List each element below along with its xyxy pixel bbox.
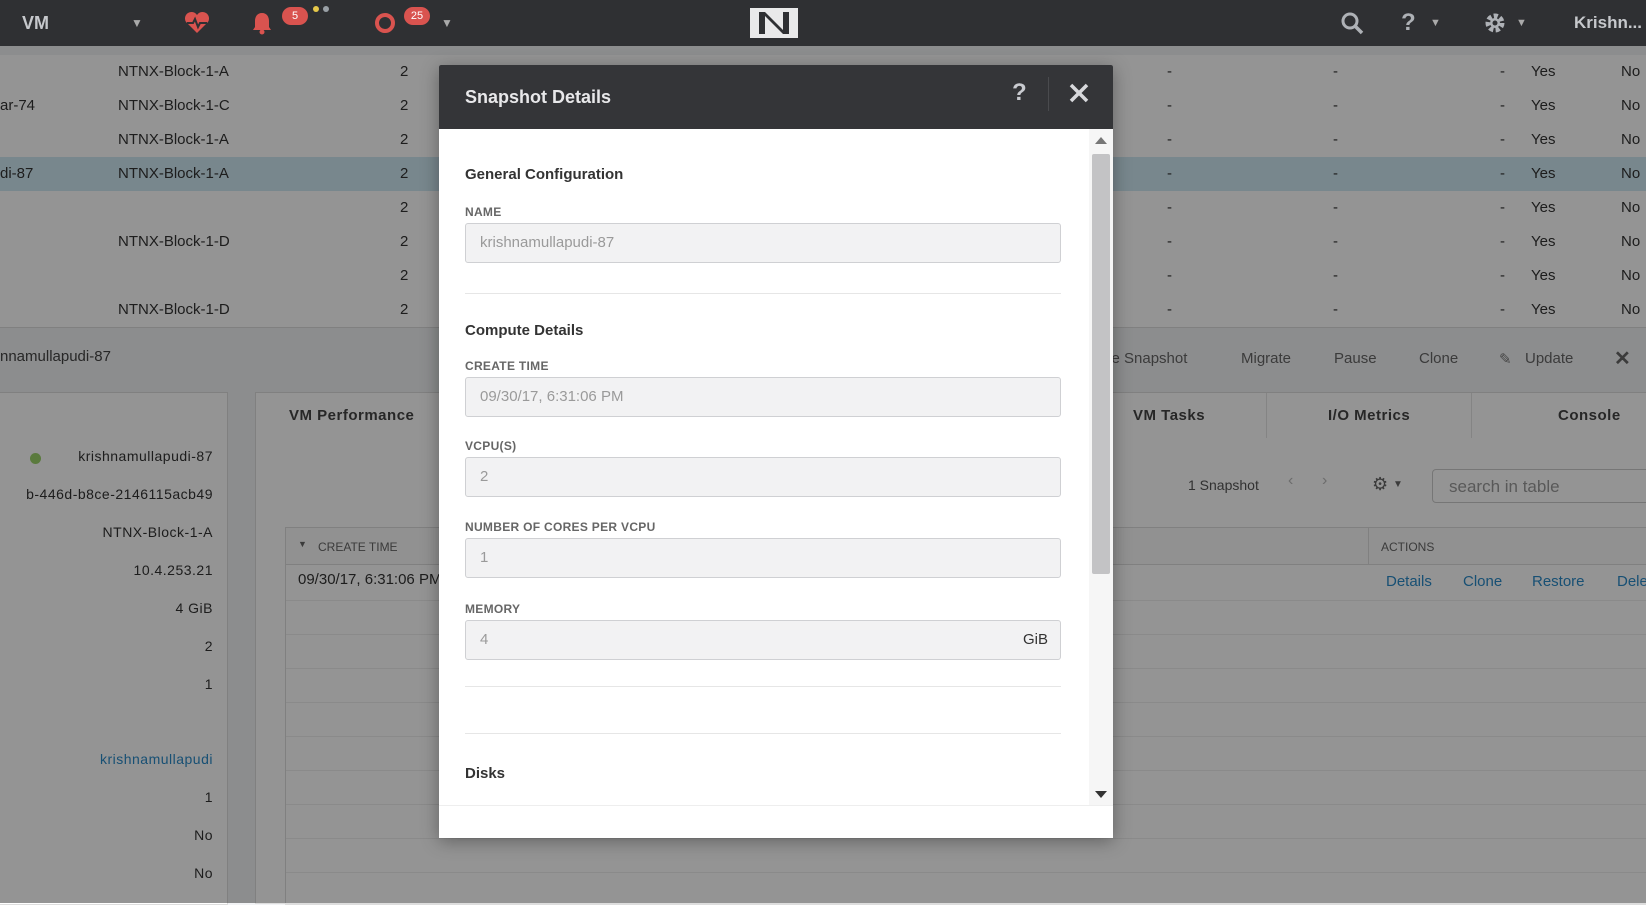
- close-icon[interactable]: [1065, 79, 1093, 107]
- chevron-down-icon[interactable]: ▼: [1516, 0, 1527, 46]
- scroll-down-icon[interactable]: [1095, 791, 1107, 798]
- dialog-header: Snapshot Details ?: [439, 65, 1113, 129]
- search-icon[interactable]: [1340, 0, 1364, 46]
- scroll-up-icon[interactable]: [1095, 137, 1107, 144]
- alerts-count-badge: 5: [282, 7, 308, 25]
- dialog-title: Snapshot Details: [465, 87, 612, 107]
- user-menu[interactable]: Krishn...: [1574, 0, 1642, 46]
- section-divider: [465, 686, 1061, 687]
- memory-label: MEMORY: [465, 602, 521, 616]
- dialog-footer: [439, 805, 1113, 838]
- name-field[interactable]: krishnamullapudi-87: [465, 223, 1061, 263]
- section-divider: [465, 733, 1061, 734]
- help-icon[interactable]: ?: [1012, 79, 1027, 107]
- dialog-scrollbar[interactable]: [1089, 129, 1113, 805]
- user-name: Krishn...: [1574, 13, 1643, 32]
- header-divider: [1048, 77, 1049, 111]
- gear-icon[interactable]: [1483, 0, 1507, 46]
- name-label: NAME: [465, 205, 502, 219]
- health-icon[interactable]: [183, 0, 211, 46]
- section-label: VM: [22, 12, 49, 33]
- chevron-down-icon[interactable]: ▼: [1430, 0, 1441, 46]
- alerts-bell-icon[interactable]: [251, 0, 273, 46]
- section-selector[interactable]: VM: [22, 0, 49, 46]
- top-nav-bar: VM ▼ 5 25 ▼ ? ▼ ▼ Krishn...: [0, 0, 1646, 46]
- help-icon[interactable]: ?: [1401, 0, 1416, 46]
- snapshot-details-dialog: Snapshot Details ? General Configuration…: [439, 65, 1113, 838]
- warning-dot-icon: [313, 6, 319, 12]
- compute-details-heading: Compute Details: [465, 322, 584, 339]
- chevron-down-icon[interactable]: ▼: [131, 0, 143, 46]
- create-time-label: CREATE TIME: [465, 359, 549, 373]
- section-divider: [465, 293, 1061, 294]
- vcpus-label: VCPU(S): [465, 439, 517, 453]
- memory-field[interactable]: 4 GiB: [465, 620, 1061, 660]
- memory-value: 4: [480, 631, 489, 648]
- memory-unit: GiB: [1022, 631, 1048, 648]
- cores-per-vcpu-label: NUMBER OF CORES PER VCPU: [465, 520, 656, 534]
- vcpus-field[interactable]: 2: [465, 457, 1061, 497]
- dialog-body: General Configuration NAME krishnamullap…: [439, 129, 1089, 805]
- tasks-count-badge: 25: [404, 7, 430, 25]
- nutanix-logo-icon[interactable]: [750, 0, 798, 46]
- tasks-circle-icon[interactable]: [373, 0, 397, 46]
- chevron-down-icon[interactable]: ▼: [441, 0, 453, 46]
- disks-heading: Disks: [465, 765, 506, 782]
- general-configuration-heading: General Configuration: [465, 166, 624, 183]
- create-time-field[interactable]: 09/30/17, 6:31:06 PM: [465, 377, 1061, 417]
- scrollbar-thumb[interactable]: [1092, 154, 1110, 574]
- cores-per-vcpu-field[interactable]: 1: [465, 538, 1061, 578]
- info-dot-icon: [323, 6, 329, 12]
